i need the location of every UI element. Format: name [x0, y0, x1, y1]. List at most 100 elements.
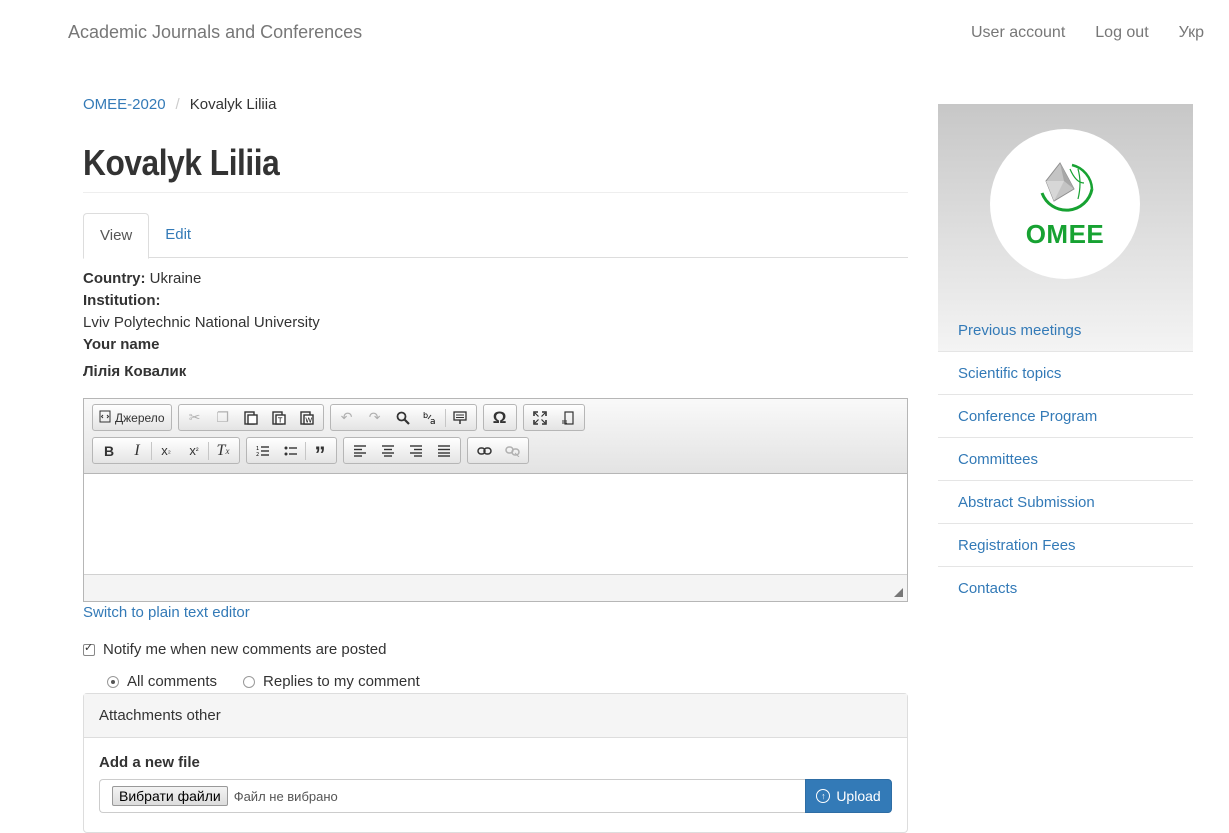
- bold-icon[interactable]: B: [95, 439, 123, 462]
- redo-icon[interactable]: ↷: [361, 406, 389, 429]
- svg-text:b: b: [423, 411, 428, 420]
- align-center-icon[interactable]: [374, 439, 402, 462]
- your-name-value: Лілія Ковалик: [83, 363, 187, 380]
- tab-edit[interactable]: Edit: [149, 213, 207, 258]
- paste-word-icon[interactable]: W: [293, 406, 321, 429]
- align-right-icon[interactable]: [402, 439, 430, 462]
- sidebar-menu: Previous meetings Scientific topics Conf…: [938, 309, 1193, 610]
- notify-radio-group: All comments Replies to my comment: [107, 673, 420, 690]
- upload-icon: ↑: [816, 789, 831, 803]
- breadcrumb-separator: /: [175, 96, 180, 113]
- undo-icon[interactable]: ↶: [333, 406, 361, 429]
- tabs: View Edit: [83, 213, 908, 259]
- toolbar-group-clipboard: ✂ ❐ T W: [177, 404, 324, 431]
- attachments-body: Add a new file Вибрати файли Файл не виб…: [84, 738, 907, 829]
- link-icon[interactable]: [470, 439, 498, 462]
- svg-text:a: a: [430, 417, 436, 425]
- sidebar-item-committees[interactable]: Committees: [938, 438, 1193, 481]
- top-navbar: Academic Journals and Conferences User a…: [0, 0, 1229, 66]
- file-input[interactable]: Вибрати файли Файл не вибрано: [99, 779, 805, 813]
- file-upload-row: Вибрати файли Файл не вибрано ↑ Upload: [99, 779, 892, 813]
- remove-format-icon[interactable]: Tx: [209, 439, 237, 462]
- paste-text-icon[interactable]: T: [265, 406, 293, 429]
- toolbar-group-edit: ↶ ↷ ba: [329, 404, 477, 431]
- radio-option-all-comments: All comments: [107, 673, 217, 690]
- toolbar-group-lists: 12 ”: [246, 437, 337, 465]
- switch-to-plain-text-link[interactable]: Switch to plain text editor: [83, 604, 250, 621]
- sidebar-item-contacts[interactable]: Contacts: [938, 567, 1193, 610]
- subscript-icon[interactable]: x₂: [152, 439, 180, 462]
- sidebar: OMEE Previous meetings Scientific topics…: [938, 104, 1193, 597]
- cut-icon[interactable]: ✂: [181, 406, 209, 429]
- svg-text:T: T: [277, 417, 283, 425]
- radio-replies-label: Replies to my comment: [263, 673, 420, 690]
- svg-text:W: W: [305, 417, 312, 425]
- unlink-icon[interactable]: [498, 439, 526, 462]
- breadcrumb-parent-link[interactable]: OMEE-2020: [83, 96, 166, 113]
- radio-option-replies: Replies to my comment: [243, 673, 420, 690]
- italic-icon[interactable]: I: [123, 439, 151, 462]
- upload-button[interactable]: ↑ Upload: [805, 779, 892, 813]
- site-name-link[interactable]: Academic Journals and Conferences: [68, 22, 362, 43]
- radio-all-comments[interactable]: [107, 675, 119, 688]
- justify-icon[interactable]: [430, 439, 458, 462]
- sidebar-item-scientific-topics[interactable]: Scientific topics: [938, 352, 1193, 395]
- language-switch-link[interactable]: Укр: [1179, 24, 1204, 42]
- sidebar-item-conference-program[interactable]: Conference Program: [938, 395, 1193, 438]
- align-left-icon[interactable]: [346, 439, 374, 462]
- sidebar-item-registration-fees[interactable]: Registration Fees: [938, 524, 1193, 567]
- editor-footer: [84, 575, 907, 601]
- toolbar-row-1: Джерело ✂ ❐ T W ↶ ↷ b a Ω: [92, 404, 907, 433]
- sidebar-item-previous-meetings[interactable]: Previous meetings: [938, 309, 1193, 352]
- country-label: Country:: [83, 270, 146, 287]
- title-divider: [83, 192, 908, 193]
- replace-icon[interactable]: ba: [417, 406, 445, 429]
- institution-value: Lviv Polytechnic National University: [83, 314, 320, 331]
- sidebar-item-abstract-submission[interactable]: Abstract Submission: [938, 481, 1193, 524]
- notify-label: Notify me when new comments are posted: [103, 641, 387, 658]
- source-button[interactable]: Джерело: [95, 406, 169, 429]
- profile-fields: Country: Ukraine Institution: Lviv Polyt…: [83, 268, 908, 383]
- upload-label: Upload: [836, 788, 881, 804]
- omee-logo[interactable]: OMEE: [990, 129, 1140, 279]
- radio-replies[interactable]: [243, 675, 256, 688]
- radio-all-comments-label: All comments: [127, 673, 218, 690]
- resize-handle-icon[interactable]: [894, 588, 903, 597]
- find-icon[interactable]: [389, 406, 417, 429]
- special-char-icon[interactable]: Ω: [486, 406, 514, 429]
- toolbar-group-view: [522, 404, 585, 431]
- user-account-link[interactable]: User account: [971, 24, 1065, 42]
- country-value: Ukraine: [149, 270, 202, 287]
- omee-logo-icon: [1040, 161, 1094, 212]
- main-content: OMEE-2020 / Kovalyk Liliia Kovalyk Lilii…: [83, 96, 908, 833]
- maximize-icon[interactable]: [526, 406, 554, 429]
- no-file-text: Файл не вибрано: [233, 788, 338, 804]
- paste-icon[interactable]: [237, 406, 265, 429]
- log-out-link[interactable]: Log out: [1095, 24, 1148, 42]
- your-name-label: Your name: [83, 336, 160, 353]
- source-label: Джерело: [115, 410, 165, 425]
- attachments-panel: Attachments other Add a new file Вибрати…: [83, 693, 908, 833]
- bulleted-list-icon[interactable]: [277, 439, 305, 462]
- breadcrumb: OMEE-2020 / Kovalyk Liliia: [83, 96, 908, 113]
- institution-label: Institution:: [83, 292, 161, 309]
- omee-logo-text: OMEE: [1025, 218, 1105, 249]
- copy-icon[interactable]: ❐: [209, 406, 237, 429]
- rich-text-editor: Джерело ✂ ❐ T W ↶ ↷ b a Ω B I x ₂ x ² T …: [83, 398, 908, 602]
- choose-files-button[interactable]: Вибрати файли: [112, 786, 228, 806]
- format-icon[interactable]: [446, 406, 474, 429]
- show-blocks-icon[interactable]: [554, 406, 582, 429]
- svg-text:2: 2: [256, 452, 259, 457]
- editor-toolbar: Джерело ✂ ❐ T W ↶ ↷ b a Ω B I x ₂ x ² T …: [84, 399, 907, 474]
- tab-view[interactable]: View: [83, 213, 150, 259]
- source-icon: [99, 410, 111, 426]
- logo-block: OMEE Previous meetings Scientific topics…: [938, 104, 1193, 597]
- blockquote-icon[interactable]: ”: [306, 439, 334, 465]
- editor-text-area[interactable]: [84, 474, 907, 575]
- toolbar-group-source: Джерело: [92, 404, 172, 431]
- notify-checkbox[interactable]: [83, 641, 95, 656]
- notify-option: Notify me when new comments are posted: [83, 641, 386, 658]
- attachments-heading[interactable]: Attachments other: [84, 694, 907, 738]
- superscript-icon[interactable]: x²: [180, 439, 208, 462]
- numbered-list-icon[interactable]: 12: [249, 439, 277, 462]
